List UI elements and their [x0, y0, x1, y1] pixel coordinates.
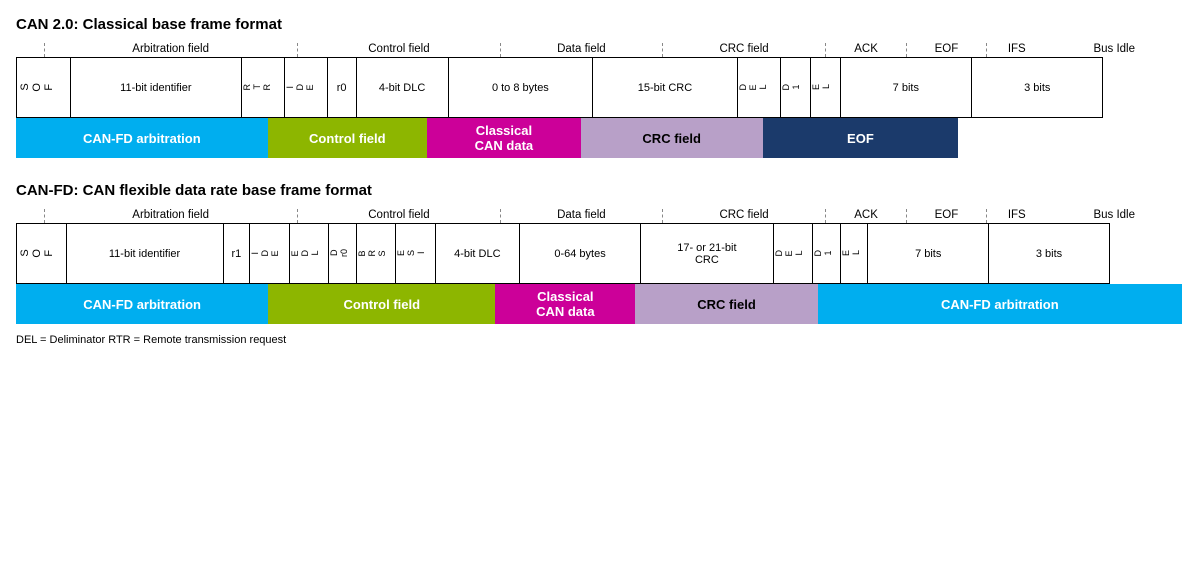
can20-color-control: Control field	[268, 118, 427, 158]
can20-sof-cell: S O F	[17, 58, 71, 118]
can20-color-eof: EOF	[763, 118, 959, 158]
can20-bus-idle-cell	[1103, 58, 1182, 118]
can20-data-cell: 0 to 8 bytes	[448, 58, 593, 118]
canfd-edl-cell: E D L	[289, 224, 328, 284]
can20-ide-cell: I D E	[284, 58, 327, 118]
can20-dlc-cell: 4-bit DLC	[356, 58, 448, 118]
canfd-bus-idle-cell	[1109, 224, 1182, 284]
canfd-ifs-header: IFS	[987, 209, 1047, 223]
can20-del1-cell: D E L	[737, 58, 780, 118]
canfd-ack-header: ACK	[826, 209, 906, 223]
can20-ack-header: ACK	[826, 43, 906, 57]
canfd-r1-cell: r1	[223, 224, 250, 284]
canfd-title: CAN-FD: CAN flexible data rate base fram…	[16, 182, 1182, 199]
can20-eof-cell: 7 bits	[840, 58, 971, 118]
can20-color-arbitration: CAN-FD arbitration	[16, 118, 268, 158]
can20-ctrl-header: Control field	[297, 43, 500, 57]
canfd-ctrl-header: Control field	[297, 209, 500, 223]
canfd-section: CAN-FD: CAN flexible data rate base fram…	[16, 182, 1182, 346]
canfd-crc-header: CRC field	[662, 209, 826, 223]
canfd-ide-cell: I D E	[250, 224, 289, 284]
canfd-del1-cell: D E L	[773, 224, 812, 284]
can20-r0-cell: r0	[327, 58, 356, 118]
canfd-color-control: Control field	[268, 284, 495, 324]
footnote: DEL = Deliminator RTR = Remote transmiss…	[16, 334, 1182, 346]
can20-color-crc: CRC field	[581, 118, 763, 158]
can20-crc-cell: 15-bit CRC	[593, 58, 738, 118]
canfd-crc-cell: 17- or 21-bit CRC	[640, 224, 773, 284]
canfd-ack-slot-cell: D 1	[813, 224, 841, 284]
can20-section: CAN 2.0: Classical base frame format Arb…	[16, 16, 1182, 158]
canfd-arb-header: Arbitration field	[44, 209, 297, 223]
canfd-identifier-cell: 11-bit identifier	[66, 224, 223, 284]
canfd-color-crc: CRC field	[635, 284, 817, 324]
canfd-color-data: Classical CAN data	[495, 284, 635, 324]
can20-rtr-cell: R T R	[241, 58, 284, 118]
can20-ifs-cell: 3 bits	[972, 58, 1103, 118]
canfd-eof-cell: 7 bits	[868, 224, 989, 284]
canfd-ifs-cell: 3 bits	[989, 224, 1110, 284]
can20-ack-slot-cell: D 1	[780, 58, 810, 118]
can20-bus-idle-header: Bus Idle	[1046, 43, 1182, 57]
can20-crc-header: CRC field	[662, 43, 826, 57]
can20-del2-cell: E L	[810, 58, 840, 118]
canfd-esi-cell: E S I	[396, 224, 435, 284]
can20-arb-header: Arbitration field	[44, 43, 297, 57]
canfd-bus-idle-header: Bus Idle	[1046, 209, 1182, 223]
canfd-eof-header: EOF	[906, 209, 986, 223]
can20-data-header: Data field	[501, 43, 663, 57]
can20-ifs-header: IFS	[987, 43, 1047, 57]
canfd-color-arbitration: CAN-FD arbitration	[16, 284, 268, 324]
canfd-brs-cell: B R S	[356, 224, 395, 284]
canfd-del2-cell: E L	[840, 224, 868, 284]
can20-title: CAN 2.0: Classical base frame format	[16, 16, 1182, 33]
can20-color-data: Classical CAN data	[427, 118, 581, 158]
canfd-data-header: Data field	[501, 209, 663, 223]
canfd-dlc-cell: 4-bit DLC	[435, 224, 520, 284]
canfd-data-cell: 0-64 bytes	[520, 224, 641, 284]
canfd-d0-cell: D r0	[329, 224, 357, 284]
canfd-color-eof: CAN-FD arbitration	[818, 284, 1182, 324]
canfd-sof-cell: S O F	[17, 224, 67, 284]
can20-identifier-cell: 11-bit identifier	[70, 58, 241, 118]
can20-eof-header: EOF	[906, 43, 986, 57]
can20-color-empty	[958, 118, 1182, 158]
